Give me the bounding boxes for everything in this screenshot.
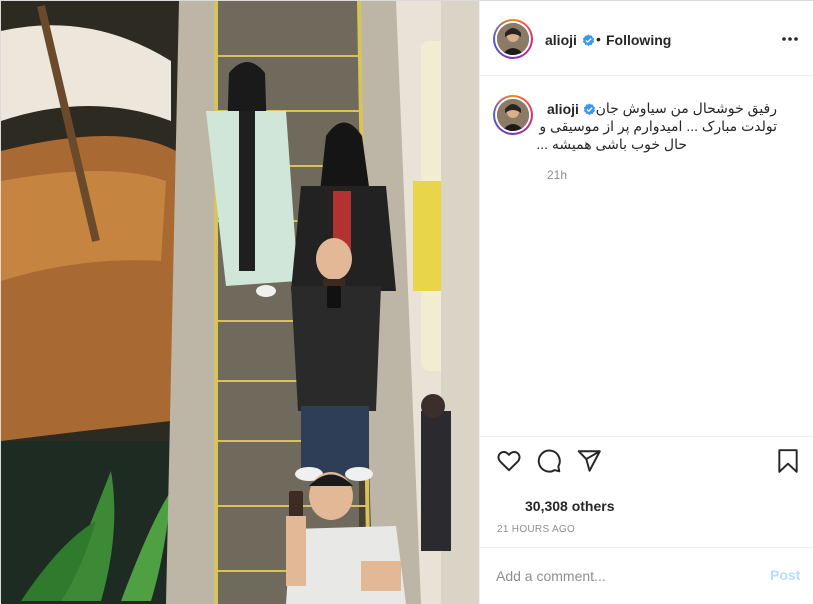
following-button[interactable]: Following — [606, 32, 671, 48]
caption-line-1: رفیق خوشحال من سیاوش جان — [595, 100, 777, 116]
more-options-icon[interactable] — [780, 31, 800, 47]
post-sidebar: alioji • Following alioji رفیق خوشحال من… — [479, 1, 813, 604]
comment-bar: Post — [480, 547, 813, 604]
caption-section: alioji رفیق خوشحال من سیاوش جان تولدت مب… — [480, 76, 813, 436]
heart-icon[interactable] — [496, 448, 522, 474]
comment-icon[interactable] — [536, 448, 562, 474]
caption-line-3: حال خوب باشی همیشه ... — [536, 136, 687, 152]
bookmark-icon[interactable] — [775, 448, 801, 474]
post-timestamp[interactable]: 21 HOURS AGO — [497, 524, 575, 535]
comment-input[interactable] — [496, 565, 746, 587]
post-header: alioji • Following — [480, 1, 813, 76]
likes-count[interactable]: 30,308 others — [525, 498, 615, 514]
caption-timestamp[interactable]: 21h — [547, 168, 567, 182]
instagram-post: alioji • Following alioji رفیق خوشحال من… — [0, 0, 813, 604]
avatar-image — [497, 23, 529, 55]
caption-username[interactable]: alioji — [547, 101, 579, 117]
escalator-photo — [1, 1, 479, 604]
avatar-image — [497, 99, 529, 131]
verified-badge-icon — [583, 103, 596, 116]
share-icon[interactable] — [576, 448, 602, 474]
verified-badge-icon — [582, 34, 595, 47]
separator-dot: • — [596, 31, 601, 47]
caption-line-2: تولدت مبارک ... امیدوارم پر از موسیقی و — [539, 118, 777, 134]
post-comment-button[interactable]: Post — [770, 567, 800, 583]
username-link[interactable]: alioji — [545, 32, 577, 48]
post-photo[interactable] — [1, 1, 479, 604]
avatar[interactable] — [493, 19, 533, 59]
caption-avatar[interactable] — [493, 95, 533, 135]
action-bar — [480, 436, 813, 484]
